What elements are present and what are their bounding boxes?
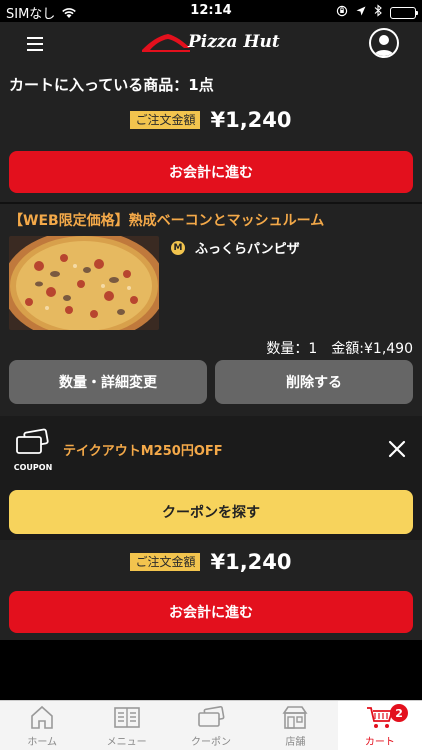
hamburger-icon[interactable] [27, 37, 43, 51]
edit-details-button[interactable]: 数量・詳細変更 [9, 360, 207, 404]
order-total-label: ご注文金額 [130, 111, 201, 129]
user-icon[interactable] [369, 28, 399, 58]
order-total-row: ご注文金額 ¥1,240 [0, 108, 422, 132]
tab-label-home: ホーム [27, 737, 58, 748]
size-badge: M [171, 240, 185, 255]
item-quantity: 数量：1 [266, 341, 318, 357]
tab-label-cart: カート [364, 737, 395, 748]
checkout-button[interactable]: お会計に進む [9, 151, 413, 193]
home-icon [31, 705, 54, 729]
close-icon[interactable] [387, 439, 407, 459]
delete-item-button[interactable]: 削除する [215, 360, 413, 404]
item-title: 【WEB限定価格】熟成ベーコンとマッシュルーム [9, 213, 325, 229]
orientation-lock-icon [336, 5, 348, 21]
tab-coupon[interactable]: クーポン [169, 701, 253, 750]
tab-store[interactable]: 店舗 [253, 701, 337, 750]
tab-label-coupon: クーポン [191, 737, 232, 748]
item-crust: ふっくらパンピザ [195, 242, 300, 257]
location-icon [356, 5, 366, 20]
tab-bar: ホーム メニュー クーポン 店舗 カート 2 [0, 700, 422, 750]
menu-book-icon [113, 707, 140, 728]
order-total-row-bottom: ご注文金額 ¥1,240 [0, 550, 422, 574]
status-right [336, 4, 418, 21]
cart-item-count: カートに入っている商品：1点 [9, 76, 214, 94]
status-bar: SIMなし 12:14 [0, 0, 422, 22]
pizza-image [9, 236, 159, 330]
coupon-icon: COUPON [11, 428, 55, 472]
item-qty-price: 数量：1 金額:¥1,490 [266, 338, 413, 358]
tab-label-store: 店舗 [285, 737, 306, 748]
coupon-icon-label: COUPON [13, 463, 53, 472]
pizza-hut-logo[interactable]: Pizza Hut [140, 28, 282, 60]
tab-menu[interactable]: メニュー [84, 701, 168, 750]
item-price: 金額:¥1,490 [331, 341, 413, 357]
order-total-amount-bottom: ¥1,240 [210, 550, 292, 574]
tab-home[interactable]: ホーム [0, 701, 84, 750]
bluetooth-icon [374, 4, 382, 21]
order-total-label-bottom: ご注文金額 [130, 553, 201, 571]
cart-badge: 2 [390, 704, 409, 722]
coupon-text: テイクアウトM250円OFF [63, 444, 223, 459]
app-header: Pizza Hut [0, 22, 422, 66]
cart-item-card: 【WEB限定価格】熟成ベーコンとマッシュルーム M ふっくらパンピザ 数量：1 … [0, 202, 422, 416]
coupon-section: COUPON テイクアウトM250円OFF クーポンを探す [0, 416, 422, 540]
coupon-icon [198, 705, 225, 727]
cart-summary-top: カートに入っている商品：1点 ご注文金額 ¥1,240 お会計に進む [0, 66, 422, 202]
item-size-row: M ふっくらパンピザ [171, 238, 300, 257]
battery-icon [390, 6, 418, 19]
logo-text: Pizza Hut [188, 32, 280, 52]
find-coupon-button[interactable]: クーポンを探す [9, 490, 413, 534]
cart-summary-bottom: ご注文金額 ¥1,240 お会計に進む [0, 540, 422, 640]
tab-cart[interactable]: カート 2 [337, 701, 422, 750]
store-icon [282, 706, 308, 729]
tab-label-menu: メニュー [106, 737, 147, 748]
order-total-amount: ¥1,240 [210, 108, 292, 132]
roof-icon [142, 34, 190, 52]
checkout-button-bottom[interactable]: お会計に進む [9, 591, 413, 633]
